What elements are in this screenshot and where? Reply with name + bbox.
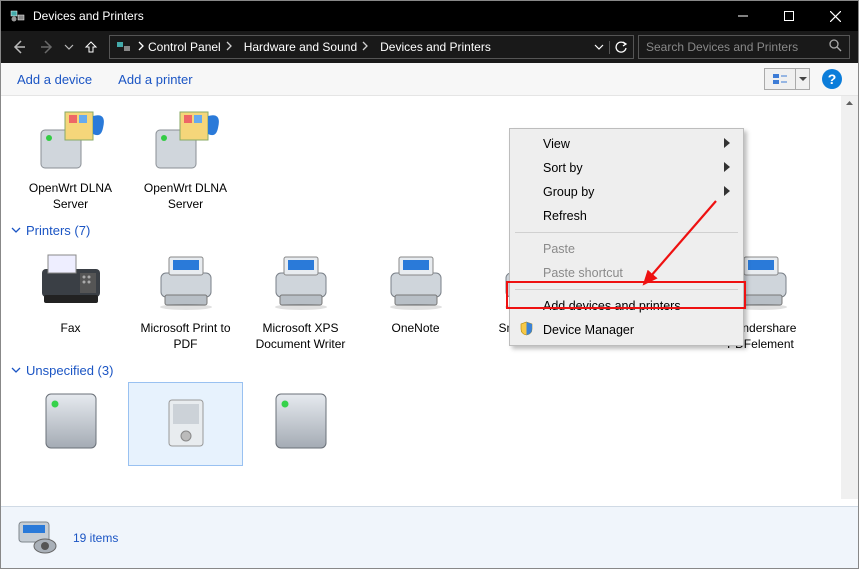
printer-item[interactable]: Microsoft Print to PDF <box>128 242 243 356</box>
refresh-button[interactable] <box>609 41 633 54</box>
device-label: OpenWrt DLNA Server <box>16 181 125 213</box>
device-box-icon <box>32 385 110 457</box>
menu-paste-shortcut: Paste shortcut <box>513 261 740 285</box>
titlebar: Devices and Printers <box>1 1 858 31</box>
device-label: OpenWrt DLNA Server <box>131 181 240 213</box>
printer-icon <box>262 245 340 317</box>
window-icon <box>10 8 26 24</box>
device-box-icon <box>262 385 340 457</box>
menu-refresh[interactable]: Refresh <box>513 204 740 228</box>
device-box-icon <box>147 386 225 458</box>
devices-icon <box>13 516 61 559</box>
unspecified-item[interactable] <box>13 382 128 466</box>
up-button[interactable] <box>77 33 105 61</box>
printer-icon <box>147 245 225 317</box>
address-bar[interactable]: Control Panel Hardware and Sound Devices… <box>109 35 634 59</box>
submenu-arrow-icon <box>724 137 730 151</box>
window-title: Devices and Printers <box>33 9 144 23</box>
menu-separator <box>515 232 738 233</box>
menu-separator <box>515 289 738 290</box>
scroll-up-icon <box>841 96 858 111</box>
search-placeholder: Search Devices and Printers <box>639 40 822 54</box>
media-server-icon <box>147 105 225 177</box>
search-input[interactable]: Search Devices and Printers <box>638 35 850 59</box>
printer-icon <box>377 245 455 317</box>
printer-label: OneNote <box>391 321 439 353</box>
chevron-down-icon <box>11 223 21 238</box>
menu-device-manager[interactable]: Device Manager <box>513 318 740 342</box>
add-device-button[interactable]: Add a device <box>17 72 92 87</box>
close-button[interactable] <box>812 1 858 31</box>
menu-sort-by[interactable]: Sort by <box>513 156 740 180</box>
context-menu: View Sort by Group by Refresh Paste Past… <box>509 128 744 346</box>
fax-icon <box>32 245 110 317</box>
scrollbar[interactable] <box>841 96 858 499</box>
breadcrumb[interactable]: Devices and Printers <box>377 40 494 54</box>
status-bar: 19 items <box>1 506 858 568</box>
search-icon <box>822 39 849 55</box>
menu-paste: Paste <box>513 237 740 261</box>
printer-label: Microsoft Print to PDF <box>131 321 240 353</box>
unspecified-item[interactable] <box>128 382 243 466</box>
address-dropdown[interactable] <box>589 42 609 52</box>
unspecified-item[interactable] <box>243 382 358 466</box>
view-mode-dropdown[interactable] <box>796 68 810 90</box>
forward-button[interactable] <box>33 33 61 61</box>
command-bar: Add a device Add a printer ? <box>1 63 858 96</box>
section-header-unspecified[interactable]: Unspecified (3) <box>1 356 858 382</box>
menu-add-devices-printers[interactable]: Add devices and printers <box>513 294 740 318</box>
breadcrumb[interactable]: Control Panel <box>145 40 241 54</box>
media-server-icon <box>32 105 110 177</box>
help-button[interactable]: ? <box>822 69 842 89</box>
status-text: 19 items <box>73 531 118 545</box>
back-button[interactable] <box>5 33 33 61</box>
history-dropdown[interactable] <box>61 33 77 61</box>
chevron-right-icon <box>138 40 145 54</box>
chevron-down-icon <box>11 363 21 378</box>
device-item[interactable]: OpenWrt DLNA Server <box>128 102 243 216</box>
location-icon <box>116 40 132 54</box>
printer-item[interactable]: Microsoft XPS Document Writer <box>243 242 358 356</box>
printer-label: Fax <box>60 321 80 353</box>
breadcrumb[interactable]: Hardware and Sound <box>241 40 377 54</box>
menu-group-by[interactable]: Group by <box>513 180 740 204</box>
printer-label: Microsoft XPS Document Writer <box>246 321 355 353</box>
device-item[interactable]: OpenWrt DLNA Server <box>13 102 128 216</box>
menu-view[interactable]: View <box>513 132 740 156</box>
maximize-button[interactable] <box>766 1 812 31</box>
printer-item[interactable]: OneNote <box>358 242 473 356</box>
add-printer-button[interactable]: Add a printer <box>118 72 192 87</box>
minimize-button[interactable] <box>720 1 766 31</box>
shield-icon <box>519 321 534 339</box>
navbar: Control Panel Hardware and Sound Devices… <box>1 31 858 63</box>
printer-item[interactable]: Fax <box>13 242 128 356</box>
view-mode-button[interactable] <box>764 68 796 90</box>
